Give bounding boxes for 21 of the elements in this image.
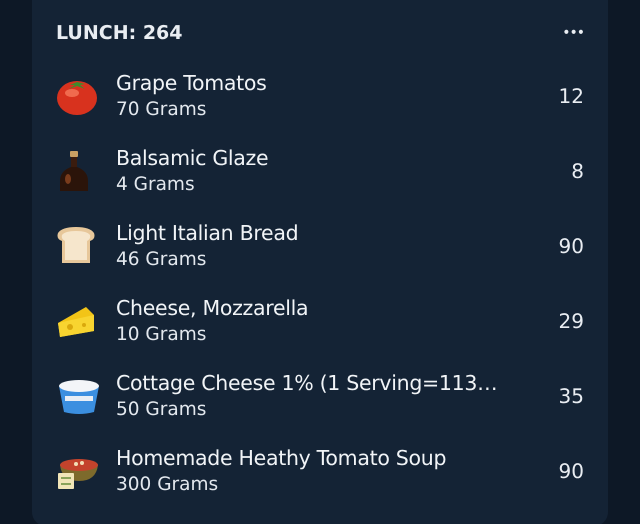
food-name[interactable]: Grape Tomatos [116, 71, 559, 95]
food-calories: 8 [571, 158, 584, 182]
more-button[interactable]: ••• [562, 25, 584, 41]
food-name[interactable]: Homemade Heathy Tomato Soup [116, 446, 559, 470]
food-calories: 90 [558, 234, 584, 258]
food-calories: 12 [558, 84, 584, 108]
food-calories: 35 [558, 384, 584, 408]
food-amount: 50 Grams [116, 399, 208, 420]
food-amount: 10 Grams [116, 324, 208, 345]
food-name[interactable]: Cheese, Mozzarella [116, 296, 559, 320]
food-name[interactable]: Cottage Cheese 1% (1 Serving=113… [116, 371, 559, 395]
bread-icon [56, 226, 96, 264]
food-amount: 300 Grams [116, 474, 220, 495]
meal-title: LUNCH: 264 [56, 22, 182, 44]
food-name[interactable]: Balsamic Glaze [116, 146, 572, 170]
food-amount: 70 Grams [116, 99, 208, 120]
food-amount: 4 Grams [116, 174, 196, 195]
food-calories: 90 [558, 458, 584, 482]
food-calories: 29 [558, 308, 584, 332]
food-amount: 46 Grams [116, 249, 208, 270]
food-name[interactable]: Light Italian Bread [116, 221, 559, 245]
